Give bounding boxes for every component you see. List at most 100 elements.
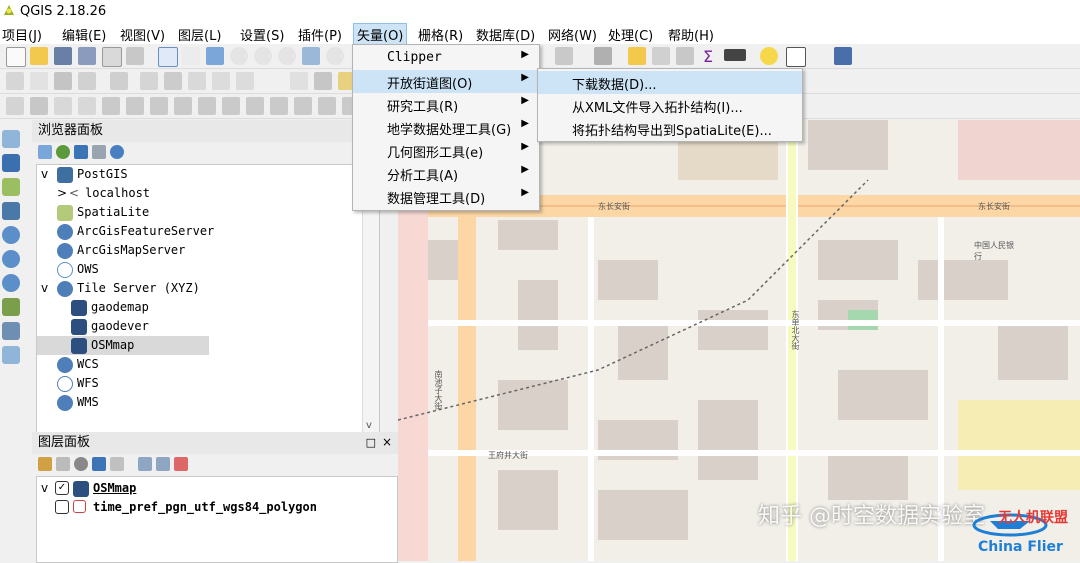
properties-icon[interactable] [110, 145, 124, 159]
menu-web[interactable]: 网络(W) [548, 25, 597, 44]
add-wms-icon[interactable] [2, 226, 20, 244]
menu-plugins[interactable]: 插件(P) [298, 25, 342, 44]
move-feature-icon[interactable] [110, 72, 128, 90]
expand-toggle[interactable]: v [41, 167, 48, 181]
advanced-digitize-icon[interactable] [6, 97, 24, 115]
offset-curve-icon[interactable] [270, 97, 288, 115]
current-edits-icon[interactable] [6, 72, 24, 90]
filter-legend-icon[interactable] [92, 457, 106, 471]
redo-icon[interactable] [78, 97, 96, 115]
paste-features-icon[interactable] [236, 72, 254, 90]
tree-item-ows[interactable]: OWS [37, 260, 357, 279]
add-raster-icon[interactable] [2, 154, 20, 172]
refresh-icon[interactable] [56, 145, 70, 159]
add-feature-icon[interactable] [78, 72, 96, 90]
tree-item-tile-server[interactable]: v Tile Server (XYZ) [37, 279, 357, 298]
save-as-icon[interactable] [78, 47, 96, 65]
pan-select-icon[interactable] [158, 47, 178, 67]
composer-manager-icon[interactable] [126, 47, 144, 65]
tree-item-spatialite[interactable]: SpatiaLite [37, 203, 357, 222]
close-panel-icon[interactable]: × [382, 435, 392, 449]
tree-item-arcgis-feature[interactable]: ArcGisFeatureServer [37, 222, 357, 241]
save-edits-icon[interactable] [54, 72, 72, 90]
zoom-in-icon[interactable] [230, 47, 248, 65]
menu-edit[interactable]: 编辑(E) [62, 25, 106, 44]
tree-item-gaodemap[interactable]: gaodemap [37, 298, 357, 317]
fill-ring-icon[interactable] [174, 97, 192, 115]
expand-toggle[interactable]: v [41, 481, 48, 495]
measure-icon[interactable] [724, 49, 746, 61]
manage-visibility-icon[interactable] [74, 457, 88, 471]
menu-vector[interactable]: 矢量(O) [353, 23, 408, 46]
map-tips-icon[interactable] [760, 47, 778, 65]
zoom-selection-icon[interactable] [326, 47, 344, 65]
undo-icon[interactable] [54, 97, 72, 115]
tree-item-gaodever[interactable]: gaodever [37, 317, 357, 336]
menu-processing[interactable]: 处理(C) [608, 25, 653, 44]
menu-view[interactable]: 视图(V) [120, 25, 165, 44]
add-spatialite-icon[interactable] [2, 178, 20, 196]
simplify-icon[interactable] [102, 97, 120, 115]
menu-item-analysis-tools[interactable]: 分析工具(A) ▶ [353, 162, 539, 185]
statistics-icon[interactable] [676, 47, 694, 65]
collapse-all-layers-icon[interactable] [156, 457, 170, 471]
float-panel-icon[interactable]: □ [366, 436, 376, 449]
add-virtual-layer-icon[interactable] [2, 322, 20, 340]
label-tool-icon[interactable] [290, 72, 308, 90]
menu-item-import-xml[interactable]: 从XML文件导入拓扑结构(I)... [538, 94, 802, 117]
tree-item-wfs[interactable]: WFS [37, 374, 357, 393]
layer-checkbox-unchecked[interactable] [55, 500, 69, 514]
split-parts-icon[interactable] [318, 97, 336, 115]
copy-features-icon[interactable] [212, 72, 230, 90]
menu-raster[interactable]: 栅格(R) [418, 25, 463, 44]
cut-features-icon[interactable] [188, 72, 206, 90]
open-project-icon[interactable] [30, 47, 48, 65]
tree-item-postgis[interactable]: v PostGIS [37, 165, 357, 184]
menu-item-download-data[interactable]: 下载数据(D)... [538, 71, 802, 94]
scroll-down-icon[interactable]: v [366, 420, 372, 431]
tree-item-wcs[interactable]: WCS [37, 355, 357, 374]
add-part-icon[interactable] [150, 97, 168, 115]
text-annotation-icon[interactable] [786, 47, 806, 67]
add-wfs-icon[interactable] [2, 274, 20, 292]
new-project-icon[interactable] [6, 47, 26, 67]
filter-expression-icon[interactable] [110, 457, 124, 471]
zoom-full-icon[interactable] [302, 47, 320, 65]
select-features-icon[interactable] [555, 47, 573, 65]
remove-layer-icon[interactable] [174, 457, 188, 471]
delete-ring-icon[interactable] [198, 97, 216, 115]
zoom-out-icon[interactable] [254, 47, 272, 65]
add-postgis-icon[interactable] [2, 202, 20, 220]
attribute-table-icon[interactable] [628, 47, 646, 65]
deselect-icon[interactable] [594, 47, 612, 65]
add-delimited-text-icon[interactable] [2, 298, 20, 316]
collapse-all-icon[interactable] [92, 145, 106, 159]
node-tool-icon[interactable] [140, 72, 158, 90]
toggle-editing-icon[interactable] [30, 72, 48, 90]
add-vector-icon[interactable] [2, 130, 20, 148]
menu-item-research-tools[interactable]: 研究工具(R) ▶ [353, 93, 539, 116]
menu-layer[interactable]: 图层(L) [178, 25, 221, 44]
menu-settings[interactable]: 设置(S) [240, 25, 284, 44]
layer-row-polygon[interactable]: time_pref_pgn_utf_wgs84_polygon [37, 498, 377, 517]
tree-item-osmmap[interactable]: OSMmap [37, 336, 209, 355]
menu-item-openstreetmap[interactable]: 开放街道图(O) ▶ [353, 70, 539, 93]
menu-help[interactable]: 帮助(H) [668, 25, 714, 44]
split-features-icon[interactable] [294, 97, 312, 115]
print-composer-icon[interactable] [102, 47, 122, 67]
add-wcs-icon[interactable] [2, 250, 20, 268]
filter-icon[interactable] [74, 145, 88, 159]
tree-item-arcgis-map[interactable]: ArcGisMapServer [37, 241, 357, 260]
pin-labels-icon[interactable] [314, 72, 332, 90]
tree-item-wms[interactable]: WMS [37, 393, 357, 412]
menu-item-data-management[interactable]: 数据管理工具(D) ▶ [353, 185, 539, 208]
add-group-icon[interactable] [56, 457, 70, 471]
rotate-feature-icon[interactable] [30, 97, 48, 115]
sigma-icon[interactable]: Σ [700, 47, 718, 65]
menu-item-geoprocessing[interactable]: 地学数据处理工具(G) ▶ [353, 116, 539, 139]
tree-item-localhost[interactable]: > < localhost [37, 184, 357, 203]
expand-toggle[interactable]: > [57, 186, 67, 200]
help-icon[interactable] [834, 47, 852, 65]
add-selected-icon[interactable] [38, 145, 52, 159]
layer-row-osmmap[interactable]: v ✓ OSMmap [37, 479, 337, 498]
